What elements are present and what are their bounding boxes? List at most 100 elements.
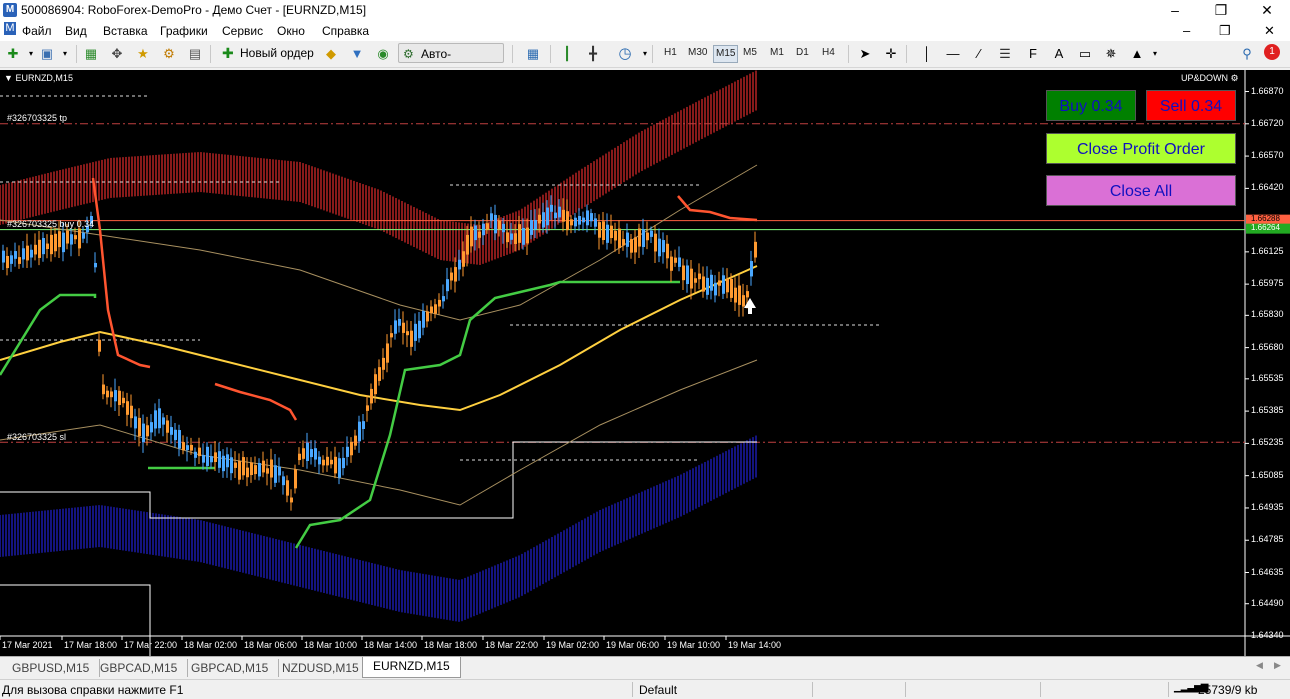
candle-body	[722, 275, 725, 294]
candle-body	[346, 446, 349, 457]
settings-circle-icon[interactable]: ⚙	[1231, 73, 1239, 83]
navigator-icon[interactable]: ✥	[108, 45, 126, 63]
menu-file[interactable]: Файл	[22, 24, 52, 38]
tab-gbpcad[interactable]: GBPCAD,M15	[90, 659, 189, 677]
bar-chart-icon[interactable]: ┃	[558, 45, 576, 63]
candle-body	[550, 204, 553, 212]
tf-m5[interactable]: M5	[743, 47, 757, 58]
candle-body	[594, 218, 597, 227]
favorites-icon[interactable]: ★	[134, 45, 152, 63]
crosshair-icon[interactable]: ✛	[882, 45, 900, 63]
candle-body	[98, 339, 101, 352]
search-icon[interactable]: ⚲	[1238, 45, 1256, 63]
candle-body	[154, 410, 157, 429]
dropdown-arrow-icon[interactable]: ▾	[56, 45, 74, 63]
candle-body	[198, 447, 201, 457]
trendline-icon[interactable]: ∕	[970, 45, 988, 63]
tf-d1[interactable]: D1	[796, 47, 809, 58]
candle-body	[206, 446, 209, 466]
label-icon[interactable]: ▭	[1076, 45, 1094, 63]
metaeditor-icon[interactable]: ◆	[322, 45, 340, 63]
tf-m1[interactable]: M1	[770, 47, 784, 58]
candle-body	[22, 248, 25, 260]
autotrading-button[interactable]: ⚙ Авто-торговля	[398, 43, 504, 81]
cursor-icon[interactable]: ➤	[856, 45, 874, 63]
market-icon[interactable]: ▼	[348, 45, 366, 63]
tf-h4[interactable]: H4	[822, 47, 835, 58]
close-all-button[interactable]: Close All	[1046, 175, 1236, 206]
channel-icon[interactable]: ☰	[996, 45, 1014, 63]
candlestick-icon[interactable]: ╋	[584, 45, 602, 63]
tf-m15[interactable]: M15	[713, 45, 739, 63]
price-tick-label: 1.65085	[1251, 469, 1284, 480]
candle-body	[558, 206, 561, 218]
mdi-restore-button[interactable]: ❐	[1219, 23, 1231, 39]
vertical-line-icon[interactable]: │	[918, 45, 936, 63]
market-watch-icon[interactable]: ▦	[82, 45, 100, 63]
tab-gbpcad-2[interactable]: GBPCAD,M15	[181, 659, 280, 677]
mdi-close-button[interactable]: ✕	[1264, 23, 1275, 39]
tab-eurnzd[interactable]: EURNZD,M15	[362, 657, 461, 678]
candle-body	[186, 445, 189, 451]
candle-body	[754, 241, 757, 258]
profiles-icon[interactable]: ▣	[38, 45, 56, 63]
candle-body	[234, 462, 237, 468]
price-chart[interactable]: ▼ EURNZD,M15 UP&DOWN ⚙ #326703325 tp #32…	[0, 70, 1290, 656]
candle-body	[210, 456, 213, 463]
tf-m30[interactable]: M30	[688, 47, 707, 58]
notification-badge[interactable]: 1	[1264, 44, 1280, 60]
minimize-button[interactable]: –	[1152, 0, 1198, 21]
tab-scroll-right-icon[interactable]: ▶	[1274, 660, 1281, 671]
dropdown-arrow-icon[interactable]: ▾	[1146, 45, 1164, 63]
tab-gbpusd[interactable]: GBPUSD,M15	[2, 659, 101, 677]
menu-view[interactable]: Вид	[65, 24, 87, 38]
tester-icon[interactable]: ▤	[186, 45, 204, 63]
candle-body	[302, 448, 305, 459]
candle-body	[378, 367, 381, 381]
menu-tools[interactable]: Сервис	[222, 24, 263, 38]
signals-icon[interactable]: ◉	[374, 45, 392, 63]
candle-body	[450, 272, 453, 281]
tile-windows-icon[interactable]: ▦	[524, 45, 542, 63]
tab-nzdusd[interactable]: NZDUSD,M15	[272, 659, 370, 677]
close-profit-order-button[interactable]: Close Profit Order	[1046, 133, 1236, 164]
mdi-minimize-button[interactable]: –	[1183, 23, 1190, 38]
price-tick-label: 1.65975	[1251, 278, 1284, 289]
restore-button[interactable]: ❐	[1198, 0, 1244, 21]
candle-body	[538, 214, 541, 224]
time-tick-label: 18 Mar 02:00	[184, 640, 238, 650]
menu-help[interactable]: Справка	[322, 24, 369, 38]
shapes-icon[interactable]: ▲	[1128, 45, 1146, 63]
candle-body	[298, 453, 301, 461]
buy-button[interactable]: Buy 0.34	[1046, 90, 1136, 121]
new-chart-icon[interactable]: ✚	[4, 45, 22, 63]
status-profile: Default	[639, 683, 678, 697]
close-button[interactable]: ✕	[1244, 0, 1290, 21]
periods-icon[interactable]: ◷	[616, 45, 634, 63]
candle-body	[138, 417, 141, 437]
menu-insert[interactable]: Вставка	[103, 24, 148, 38]
price-tick-label: 1.66720	[1251, 117, 1284, 128]
menu-charts[interactable]: Графики	[160, 24, 208, 38]
candle-body	[430, 306, 433, 314]
price-tick-label: 1.64340	[1251, 630, 1284, 640]
menu-window[interactable]: Окно	[277, 24, 305, 38]
text-icon[interactable]: A	[1050, 45, 1068, 63]
candle-body	[330, 459, 333, 465]
sell-button[interactable]: Sell 0.34	[1146, 90, 1236, 121]
new-order-button[interactable]: ✚ Новый ордер	[220, 43, 318, 63]
candle-body	[710, 274, 713, 291]
buy-arrow-icon	[744, 298, 756, 314]
horizontal-line-icon[interactable]: —	[944, 45, 962, 63]
tf-h1[interactable]: H1	[664, 47, 677, 58]
chart-window-icon[interactable]: M	[4, 22, 16, 35]
terminal-icon[interactable]: ⚙	[160, 45, 178, 63]
arrows-icon[interactable]: ✵	[1102, 45, 1120, 63]
tp-label: #326703325 tp	[7, 113, 68, 123]
tab-scroll-left-icon[interactable]: ◀	[1256, 660, 1263, 671]
price-tick-label: 1.64935	[1251, 501, 1284, 512]
candle-body	[498, 220, 501, 230]
candle-body	[542, 212, 545, 228]
collapse-arrow-icon[interactable]: ▼	[4, 73, 13, 83]
fibonacci-icon[interactable]: F	[1024, 45, 1042, 63]
